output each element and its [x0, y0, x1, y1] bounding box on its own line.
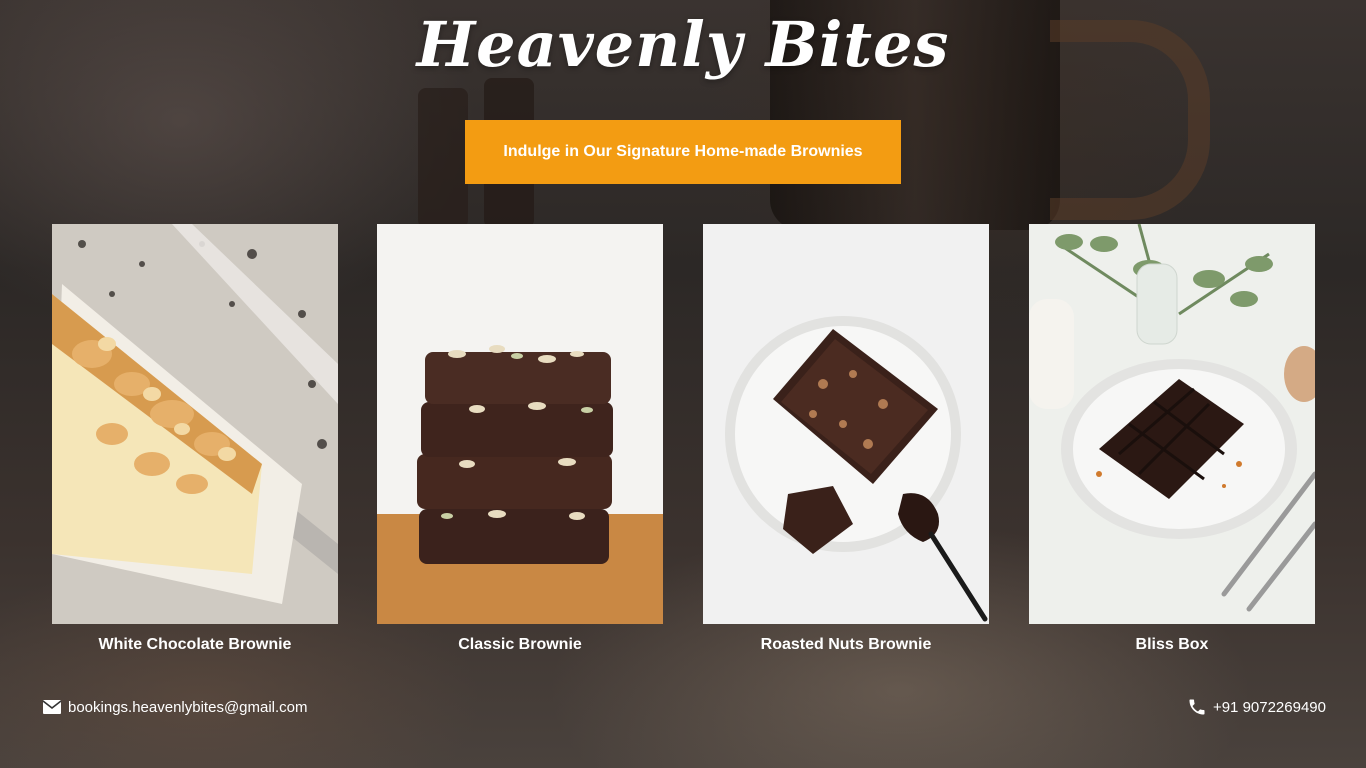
product-name[interactable]: Bliss Box [1029, 636, 1315, 654]
product-card-classic-brownie[interactable]: Classic Brownie [377, 224, 663, 654]
cta-button[interactable]: Indulge in Our Signature Home-made Brown… [465, 120, 901, 184]
bliss-box-brownie-photo [1029, 224, 1315, 624]
product-name[interactable]: White Chocolate Brownie [52, 636, 338, 654]
footer-email[interactable]: bookings.heavenlybites@gmail.com [42, 697, 308, 717]
roasted-nuts-brownie-photo [703, 224, 989, 624]
classic-brownie-stack-photo [377, 224, 663, 624]
background-bottle [418, 88, 468, 228]
email-text[interactable]: bookings.heavenlybites@gmail.com [68, 699, 308, 716]
phone-icon [1187, 697, 1207, 717]
product-name[interactable]: Classic Brownie [377, 636, 663, 654]
mail-icon [42, 697, 62, 717]
product-name[interactable]: Roasted Nuts Brownie [703, 636, 989, 654]
product-card-bliss-box[interactable]: Bliss Box [1029, 224, 1315, 654]
footer-phone[interactable]: +91 9072269490 [1187, 697, 1326, 717]
site-title: Heavenly Bites [416, 8, 950, 81]
product-card-roasted-nuts-brownie[interactable]: Roasted Nuts Brownie [703, 224, 989, 654]
white-chocolate-brownie-photo [52, 224, 338, 624]
product-card-white-chocolate-brownie[interactable]: White Chocolate Brownie [52, 224, 338, 654]
phone-text[interactable]: +91 9072269490 [1213, 699, 1326, 716]
